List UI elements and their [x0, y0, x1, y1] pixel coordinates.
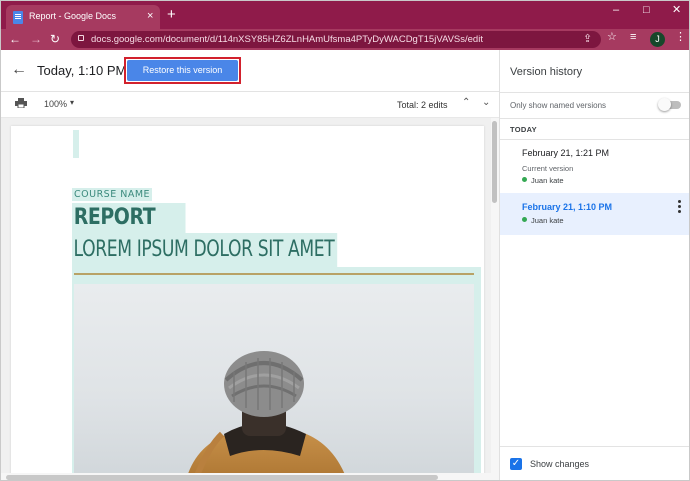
- author-color-dot: [522, 217, 527, 222]
- version-timestamp: Today, 1:10 PM: [37, 63, 127, 78]
- horizontal-scroll-thumb[interactable]: [6, 475, 438, 480]
- only-named-versions-label: Only show named versions: [510, 101, 607, 110]
- lock-icon: [78, 35, 84, 41]
- cover-photo: [74, 284, 474, 473]
- total-edits-label: Total: 2 edits: [397, 100, 448, 110]
- divider: [500, 446, 689, 447]
- version-date: February 21, 1:10 PM: [522, 202, 613, 212]
- person-photo-illustration: [188, 351, 345, 473]
- show-changes-label: Show changes: [530, 459, 590, 469]
- document-toolbar: 100% ▾ Total: 2 edits ⌃ ⌄: [1, 92, 499, 118]
- section-heading-today: TODAY: [510, 125, 537, 134]
- close-window-icon[interactable]: ✕: [672, 4, 681, 16]
- google-docs-icon: [13, 11, 23, 24]
- version-header: ← Today, 1:10 PM Restore this version: [1, 50, 499, 92]
- divider: [500, 92, 689, 93]
- restore-version-button[interactable]: Restore this version: [127, 60, 238, 81]
- show-changes-checkbox[interactable]: ✓: [510, 458, 522, 470]
- current-version-label: Current version: [522, 164, 574, 173]
- version-date: February 21, 1:21 PM: [522, 148, 610, 158]
- share-icon[interactable]: ⇪: [583, 33, 592, 46]
- browser-toolbar: ← → ↻ docs.google.com/document/d/114nXSY…: [1, 29, 689, 50]
- profile-avatar[interactable]: J: [650, 32, 665, 47]
- report-title-text: REPORT TITLE: [72, 203, 186, 260]
- reload-icon[interactable]: ↻: [50, 32, 60, 46]
- chevron-down-icon[interactable]: ▾: [70, 98, 74, 107]
- reading-list-icon[interactable]: ≡: [630, 31, 636, 44]
- close-tab-icon[interactable]: ×: [147, 9, 153, 23]
- new-tab-button[interactable]: +: [167, 7, 176, 22]
- address-bar[interactable]: docs.google.com/document/d/114nXSY85HZ6Z…: [71, 31, 601, 48]
- print-icon[interactable]: [15, 98, 27, 108]
- back-icon[interactable]: ←: [9, 32, 21, 46]
- tab-strip: Report - Google Docs × + – □ ✕: [1, 1, 689, 29]
- divider: [500, 139, 689, 140]
- author-color-dot: [522, 177, 527, 182]
- vertical-scroll-thumb[interactable]: [492, 121, 497, 203]
- tab-title: Report - Google Docs: [29, 11, 117, 21]
- panel-title: Version history: [510, 66, 583, 78]
- back-arrow-icon[interactable]: ←: [11, 60, 27, 80]
- more-options-icon[interactable]: [676, 199, 682, 215]
- previous-edit-icon[interactable]: ⌃: [462, 96, 470, 110]
- browser-window: Report - Google Docs × + – □ ✕ ← → ↻ doc…: [0, 0, 690, 481]
- forward-icon[interactable]: →: [30, 32, 42, 46]
- course-name-text: COURSE NAME: [72, 188, 153, 201]
- toggle-knob[interactable]: [658, 98, 671, 111]
- document-page[interactable]: COURSE NAME REPORT TITLE LOREM IPSUM DOL…: [11, 126, 484, 473]
- bookmark-star-icon[interactable]: ☆: [607, 31, 617, 44]
- url-text: docs.google.com/document/d/114nXSY85HZ6Z…: [91, 34, 483, 45]
- divider: [500, 118, 689, 119]
- change-highlight: [73, 130, 79, 158]
- version-history-panel: Version history Only show named versions…: [499, 50, 689, 480]
- divider-line: [74, 273, 474, 275]
- document-canvas[interactable]: COURSE NAME REPORT TITLE LOREM IPSUM DOL…: [1, 118, 491, 473]
- version-author: Juan kate: [531, 216, 564, 225]
- browser-menu-icon[interactable]: ⋮: [675, 31, 686, 44]
- zoom-select[interactable]: 100%: [44, 99, 67, 109]
- minimize-icon[interactable]: –: [613, 4, 619, 16]
- subtitle-text: LOREM IPSUM DOLOR SIT AMET: [72, 233, 338, 267]
- version-author: Juan kate: [531, 176, 564, 185]
- maximize-icon[interactable]: □: [643, 4, 650, 16]
- next-edit-icon[interactable]: ⌄: [482, 96, 490, 110]
- tab-report[interactable]: Report - Google Docs ×: [6, 5, 160, 29]
- version-item-selected[interactable]: February 21, 1:10 PM Juan kate: [500, 193, 689, 235]
